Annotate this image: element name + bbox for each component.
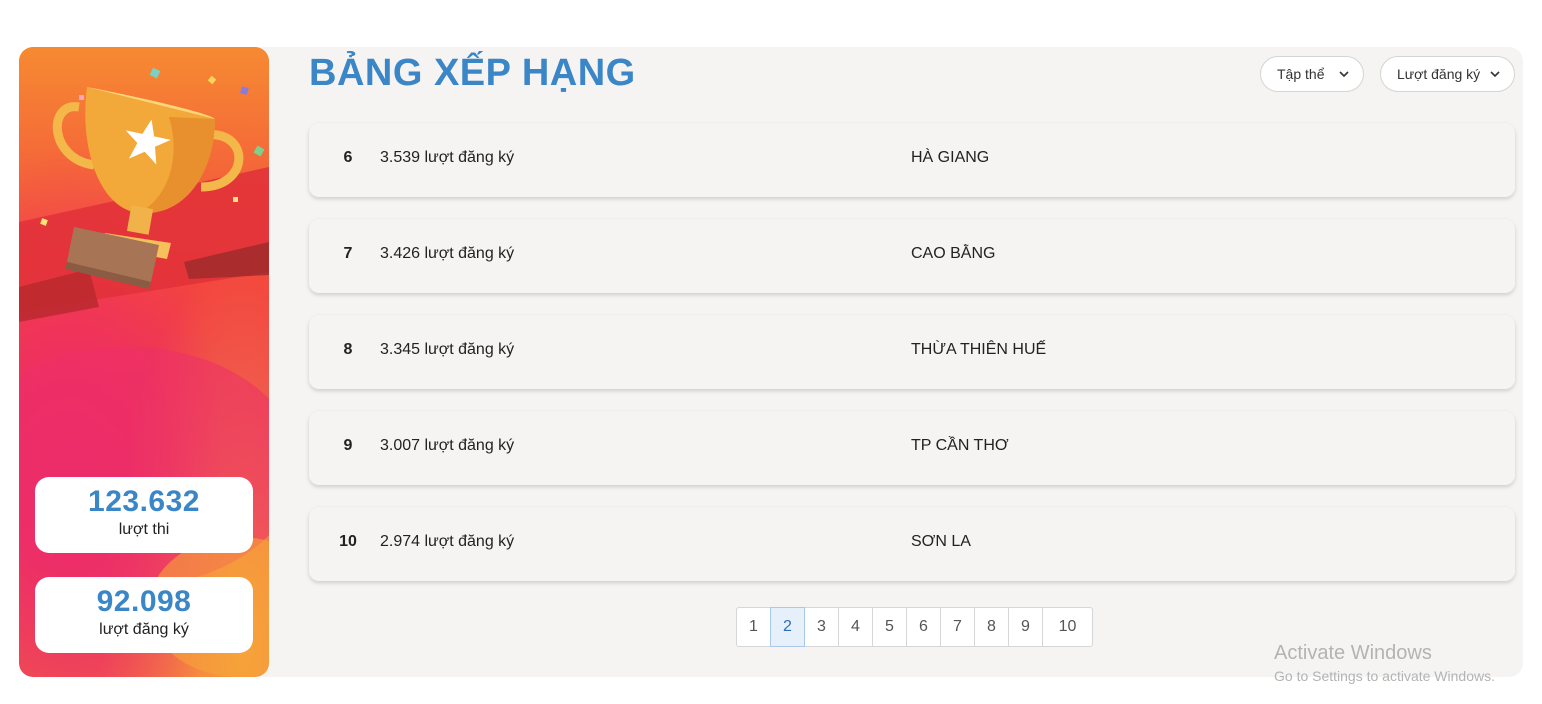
unit-name: HÀ GIANG (911, 149, 990, 166)
pagination: 1 2 3 4 5 6 7 8 9 10 (736, 607, 1093, 647)
attempts-stat: 123.632 lượt thi (35, 477, 253, 553)
unit-name: CAO BẰNG (911, 245, 996, 262)
rank-number: 7 (343, 245, 353, 262)
page-link-6[interactable]: 6 (906, 607, 941, 647)
page-link-10[interactable]: 10 (1042, 607, 1093, 647)
registrations-stat: 92.098 lượt đăng ký (35, 577, 253, 653)
sort-filter-label: Lượt đăng ký (1397, 66, 1481, 82)
registration-count: 3.345 lượt đăng ký (380, 341, 515, 358)
group-filter-label: Tập thể (1277, 66, 1325, 82)
page-link-5[interactable]: 5 (872, 607, 907, 647)
unit-name: THỪA THIÊN HUẾ (911, 341, 1047, 358)
registration-count: 2.974 lượt đăng ký (380, 533, 515, 550)
page-link-9[interactable]: 9 (1008, 607, 1043, 647)
chevron-down-icon (1339, 71, 1349, 78)
ranking-row[interactable]: 10 2.974 lượt đăng ký SƠN LA (309, 507, 1515, 581)
unit-name: TP CẦN THƠ (911, 437, 1009, 454)
page-link-3[interactable]: 3 (804, 607, 839, 647)
attempts-value: 123.632 (88, 485, 200, 518)
rank-number: 8 (343, 341, 353, 358)
trophy-banner: 123.632 lượt thi 92.098 lượt đăng ký (19, 47, 269, 677)
page-title: BẢNG XẾP HẠNG (309, 52, 636, 94)
chevron-down-icon (1490, 71, 1500, 78)
page-link-1[interactable]: 1 (736, 607, 771, 647)
attempts-label: lượt thi (118, 521, 170, 538)
rank-number: 10 (339, 533, 357, 550)
page-link-4[interactable]: 4 (838, 607, 873, 647)
ranking-row[interactable]: 8 3.345 lượt đăng ký THỪA THIÊN HUẾ (309, 315, 1515, 389)
group-filter-dropdown[interactable]: Tập thể (1260, 56, 1364, 92)
unit-name: SƠN LA (911, 533, 971, 550)
ranking-row[interactable]: 6 3.539 lượt đăng ký HÀ GIANG (309, 123, 1515, 197)
registrations-value: 92.098 (96, 585, 192, 618)
activate-windows-title: Activate Windows (1274, 642, 1432, 664)
registration-count: 3.539 lượt đăng ký (380, 149, 515, 166)
page-link-2[interactable]: 2 (770, 607, 805, 647)
ranking-row[interactable]: 9 3.007 lượt đăng ký TP CẦN THƠ (309, 411, 1515, 485)
registrations-label: lượt đăng ký (99, 621, 189, 638)
sort-filter-dropdown[interactable]: Lượt đăng ký (1380, 56, 1515, 92)
page-link-7[interactable]: 7 (940, 607, 975, 647)
registration-count: 3.426 lượt đăng ký (380, 245, 515, 262)
rank-number: 6 (343, 149, 353, 166)
rank-number: 9 (343, 437, 353, 454)
page-link-8[interactable]: 8 (974, 607, 1009, 647)
ranking-row[interactable]: 7 3.426 lượt đăng ký CAO BẰNG (309, 219, 1515, 293)
activate-windows-hint: Go to Settings to activate Windows. (1274, 668, 1495, 684)
registration-count: 3.007 lượt đăng ký (380, 437, 515, 454)
